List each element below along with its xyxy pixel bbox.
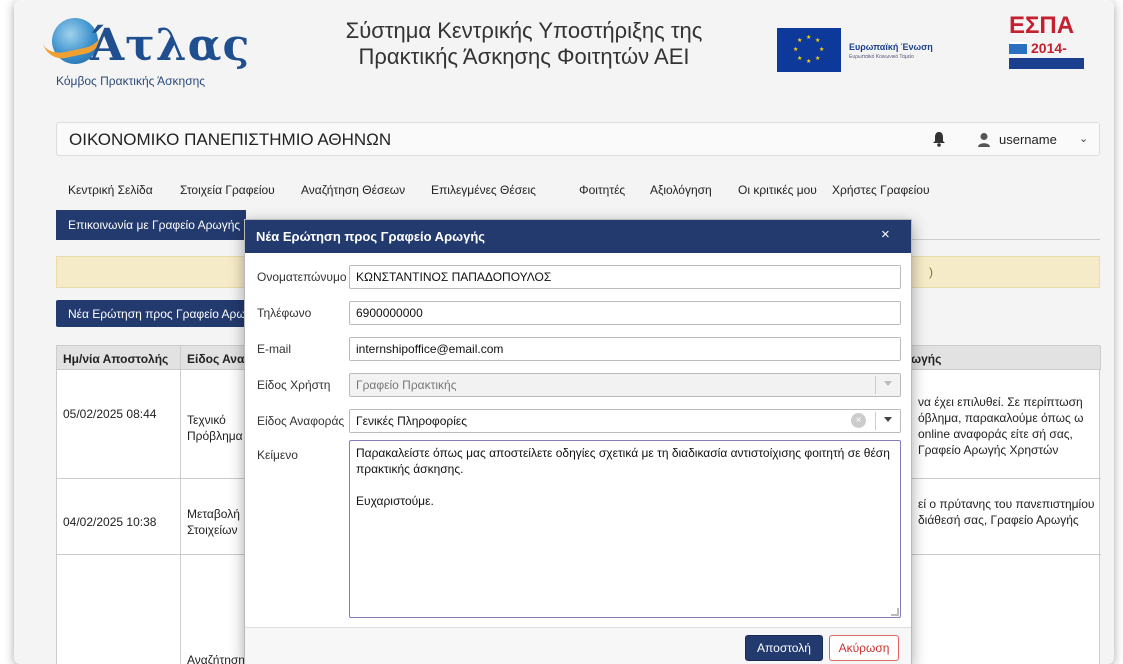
user-type-select: Γραφείο Πρακτικής xyxy=(349,373,901,397)
espa-logo: ΕΣΠΑ 2014-2020 xyxy=(1009,12,1084,72)
username-label[interactable]: username xyxy=(999,132,1057,147)
cell-reply: να έχει επιλυθεί. Σε περίπτωση όβλημα, π… xyxy=(918,395,1084,457)
cell-type: Τεχνικό Πρόβλημα xyxy=(187,413,243,443)
nav-selected-positions[interactable]: Επιλεγμένες Θέσεις xyxy=(431,183,536,197)
nav-evaluation[interactable]: Αξιολόγηση xyxy=(650,183,712,197)
send-button[interactable]: Αποστολή xyxy=(745,635,823,661)
email-field[interactable]: internshipoffice@email.com xyxy=(349,337,901,361)
email-label: E-mail xyxy=(257,342,292,356)
nav-office-users[interactable]: Χρήστες Γραφείου xyxy=(832,183,930,197)
report-type-label: Είδος Αναφοράς xyxy=(257,414,345,428)
bell-icon[interactable] xyxy=(932,131,946,147)
modal-title: Νέα Ερώτηση προς Γραφείο Αρωγής xyxy=(256,229,486,244)
select-separator xyxy=(875,412,876,430)
eu-label: Ευρωπαϊκή Ένωση xyxy=(849,42,933,52)
dropdown-arrow-icon xyxy=(884,381,892,386)
chevron-down-icon[interactable]: ⌄ xyxy=(1079,132,1088,145)
eu-logo: ★ ★ ★ ★ ★ ★ ★ ★ Ευρωπαϊκή Ένωση Ευρωπαϊκό Κοι… xyxy=(777,28,953,74)
col-header-date: Ημ/νία Αποστολής xyxy=(57,346,181,370)
system-title-line2: Πρακτικής Άσκησης Φοιτητών ΑΕΙ xyxy=(358,44,690,69)
university-name: ΟΙΚΟΝΟΜΙΚΟ ΠΑΝΕΠΙΣΤΗΜΙΟ ΑΘΗΝΩΝ xyxy=(69,130,392,149)
new-question-button[interactable]: Νέα Ερώτηση προς Γραφείο Αρωγής xyxy=(56,300,246,327)
eu-small-text: Ευρωπαϊκό Κοινωνικό Ταμείο xyxy=(849,54,914,60)
report-type-select[interactable]: Γενικές Πληροφορίες × xyxy=(349,409,901,433)
nav-helpdesk-contact[interactable]: Επικοινωνία με Γραφείο Αρωγής xyxy=(56,210,246,240)
name-label: Ονοματεπώνυμο xyxy=(257,270,347,284)
nav-students[interactable]: Φοιτητές xyxy=(579,183,625,197)
phone-field[interactable]: 6900000000 xyxy=(349,301,901,325)
espa-label: ΕΣΠΑ xyxy=(1009,12,1075,39)
cell-date: 05/02/2025 08:44 xyxy=(63,407,157,421)
cell-reply: εί ο πρύτανης του πανεπιστημίου διάθεσή … xyxy=(918,497,1095,527)
nav-search-positions[interactable]: Αναζήτηση Θέσεων xyxy=(301,183,405,197)
eu-flag-icon: ★ ★ ★ ★ ★ ★ ★ ★ xyxy=(777,28,841,72)
system-title: Σύστημα Κεντρικής Υποστήριξης της Πρακτι… xyxy=(314,18,734,70)
resize-grip-icon[interactable] xyxy=(891,608,899,616)
new-question-modal: Νέα Ερώτηση προς Γραφείο Αρωγής × Ονοματ… xyxy=(244,219,912,664)
select-separator xyxy=(875,376,876,394)
close-icon[interactable]: × xyxy=(881,226,890,243)
phone-label: Τηλέφωνο xyxy=(257,306,312,320)
nav-office-details[interactable]: Στοιχεία Γραφείου xyxy=(180,183,275,197)
clear-icon[interactable]: × xyxy=(851,413,866,428)
greek-flag-icon xyxy=(1009,42,1027,54)
report-type-value: Γενικές Πληροφορίες xyxy=(356,414,468,428)
user-type-value: Γραφείο Πρακτικής xyxy=(356,378,457,392)
user-icon[interactable] xyxy=(977,132,991,148)
system-title-line1: Σύστημα Κεντρικής Υποστήριξης της xyxy=(345,18,703,43)
user-type-label: Είδος Χρήστη xyxy=(257,378,331,392)
text-label: Κείμενο xyxy=(257,448,298,462)
logo-subtitle: Κόμβος Πρακτικής Άσκησης xyxy=(56,74,206,88)
app-window: Άτλας Κόμβος Πρακτικής Άσκησης Σύστημα Κ… xyxy=(14,0,1114,664)
atlas-logo[interactable]: Άτλας Κόμβος Πρακτικής Άσκησης xyxy=(42,14,249,94)
cancel-button[interactable]: Ακύρωση xyxy=(829,635,899,661)
message-textarea[interactable]: Παρακαλείστε όπως μας αποστείλετε οδηγίε… xyxy=(349,440,901,618)
espa-tagline-bar xyxy=(1009,58,1084,69)
nav-home[interactable]: Κεντρική Σελίδα xyxy=(68,183,153,197)
logo-text: Άτλας xyxy=(90,20,251,71)
nav-my-reviews[interactable]: Οι κριτικές μου xyxy=(738,183,817,197)
site-header: Άτλας Κόμβος Πρακτικής Άσκησης Σύστημα Κ… xyxy=(14,0,1114,110)
modal-footer: Αποστολή Ακύρωση xyxy=(245,627,911,664)
dropdown-arrow-icon[interactable] xyxy=(884,417,892,422)
notice-text-right: ) xyxy=(929,265,933,279)
modal-header: Νέα Ερώτηση προς Γραφείο Αρωγής × xyxy=(245,220,911,253)
university-bar: ΟΙΚΟΝΟΜΙΚΟ ΠΑΝΕΠΙΣΤΗΜΙΟ ΑΘΗΝΩΝ username … xyxy=(56,122,1100,156)
cell-type: Μεταβολή Στοιχείων xyxy=(187,507,240,537)
cell-date: 04/02/2025 10:38 xyxy=(63,515,157,529)
name-field[interactable]: ΚΩΝΣΤΑΝΤΙΝΟΣ ΠΑΠΑΔΟΠΟΥΛΟΣ xyxy=(349,265,901,289)
